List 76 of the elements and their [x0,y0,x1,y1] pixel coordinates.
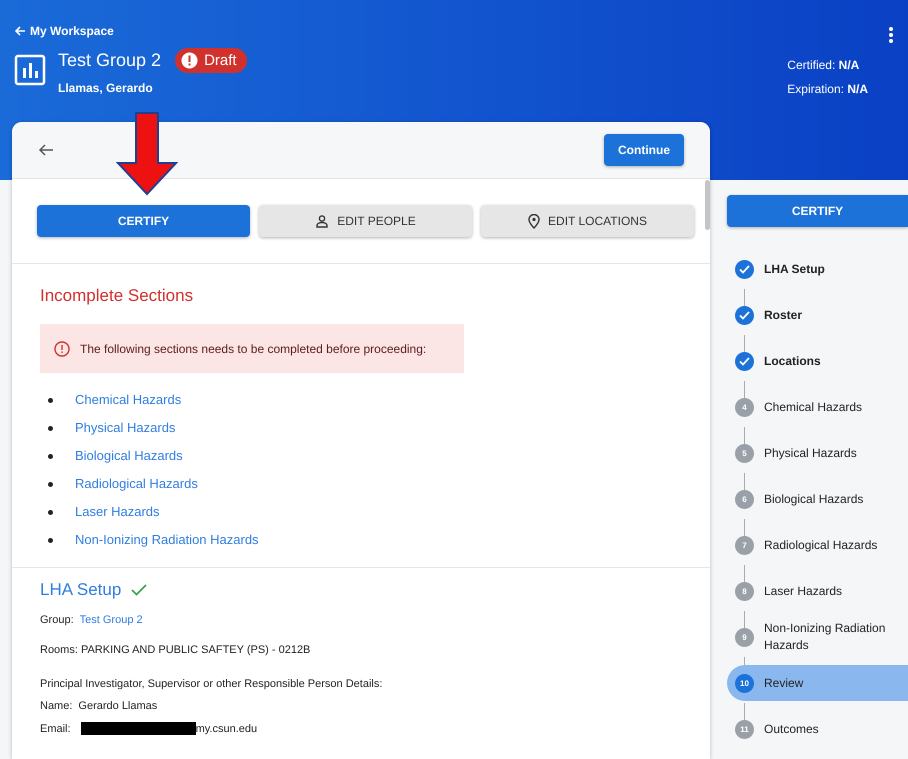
section-link[interactable]: Chemical Hazards [75,391,182,409]
step-number: 9 [735,628,754,646]
certified-status: Certified: N/A [787,58,860,72]
step-item[interactable]: 5 Physical Hazards [727,435,908,471]
step-item[interactable]: 4 Chemical Hazards [727,389,908,425]
alert-message: The following sections needs to be completed before proceeding: [80,342,426,356]
step-label: Locations [764,352,821,370]
step-item[interactable]: 9 Non-Ionizing Radiation Hazards [727,619,908,655]
group-link[interactable]: Test Group 2 [80,614,143,626]
certify-button[interactable]: CERTIFY [727,195,908,227]
section-link[interactable]: Laser Hazards [75,503,160,521]
step-label: Outcomes [764,720,819,738]
group-title: Test Group 2 [58,50,162,71]
step-item[interactable]: 6 Biological Hazards [727,481,908,517]
field-value: Gerardo Llamas [78,700,158,712]
step-label: Non-Ionizing Radiation Hazards [764,620,886,654]
step-number: 4 [735,398,754,416]
field-label: Group: [40,614,74,626]
step-label: Radiological Hazards [764,536,878,554]
continue-button[interactable]: Continue [604,134,684,166]
step-item[interactable]: 7 Radiological Hazards [727,527,908,563]
step-label: Laser Hazards [764,582,842,600]
step-number: 6 [735,490,754,508]
status-badge: Draft [175,48,247,73]
step-item[interactable]: LHA Setup [727,251,908,287]
step-item[interactable]: 10 Review [727,665,908,701]
bullet-icon [48,538,53,542]
section-link[interactable]: Biological Hazards [75,447,183,465]
rooms-text: Rooms: PARKING AND PUBLIC SAFTEY (PS) - 0212B [40,644,310,656]
bullet-icon [48,510,53,514]
scrollbar-thumb[interactable] [705,180,710,230]
section-heading: LHA Setup [40,580,122,600]
owner-name: Llamas, Gerardo [58,81,154,95]
bullet-icon [48,454,53,458]
step-item[interactable]: Locations [727,343,908,379]
location-pin-icon [528,214,540,228]
step-label: Roster [764,306,802,324]
bullet-icon [48,482,53,486]
step-item[interactable]: 11 Outcomes [727,711,908,747]
field-label: Name: [40,700,72,712]
more-menu-icon[interactable] [888,26,894,44]
check-circle-icon [735,306,754,324]
bullet-icon [48,398,53,402]
section-link[interactable]: Radiological Hazards [75,475,198,493]
section-link[interactable]: Non-Ionizing Radiation Hazards [75,531,259,549]
edit-people-button[interactable]: EDIT PEOPLE [259,205,472,237]
step-number: 7 [735,536,754,554]
check-circle-icon [735,352,754,370]
step-item[interactable]: 8 Laser Hazards [727,573,908,609]
step-label: Biological Hazards [764,490,864,508]
section-link[interactable]: Physical Hazards [75,419,176,437]
expiration-status: Expiration: N/A [787,82,868,96]
back-arrow-icon [14,25,26,37]
step-number: 8 [735,582,754,600]
step-number: 10 [735,674,754,692]
step-label: Physical Hazards [764,444,857,462]
bullet-icon [48,426,53,430]
step-number: 11 [735,720,754,738]
bar-chart-icon [14,54,46,86]
step-number: 5 [735,444,754,462]
back-link[interactable]: My Workspace [14,24,247,38]
details-heading: Principal Investigator, Supervisor or other Responsible Person Details: [40,678,382,690]
step-label: LHA Setup [764,260,825,278]
section-heading: Incomplete Sections [40,286,194,306]
back-arrow-icon[interactable] [38,143,54,157]
edit-locations-button[interactable]: EDIT LOCATIONS [481,205,694,237]
check-circle-icon [735,260,754,278]
step-label: Review [764,674,804,692]
alert-icon [181,52,198,69]
field-label: Email: [40,722,71,734]
certify-button[interactable]: CERTIFY [37,205,250,237]
step-item[interactable]: Roster [727,297,908,333]
alert-icon [54,340,70,356]
person-icon [315,214,330,228]
step-label: Chemical Hazards [764,398,862,416]
field-value: my.csun.edu [196,722,258,734]
